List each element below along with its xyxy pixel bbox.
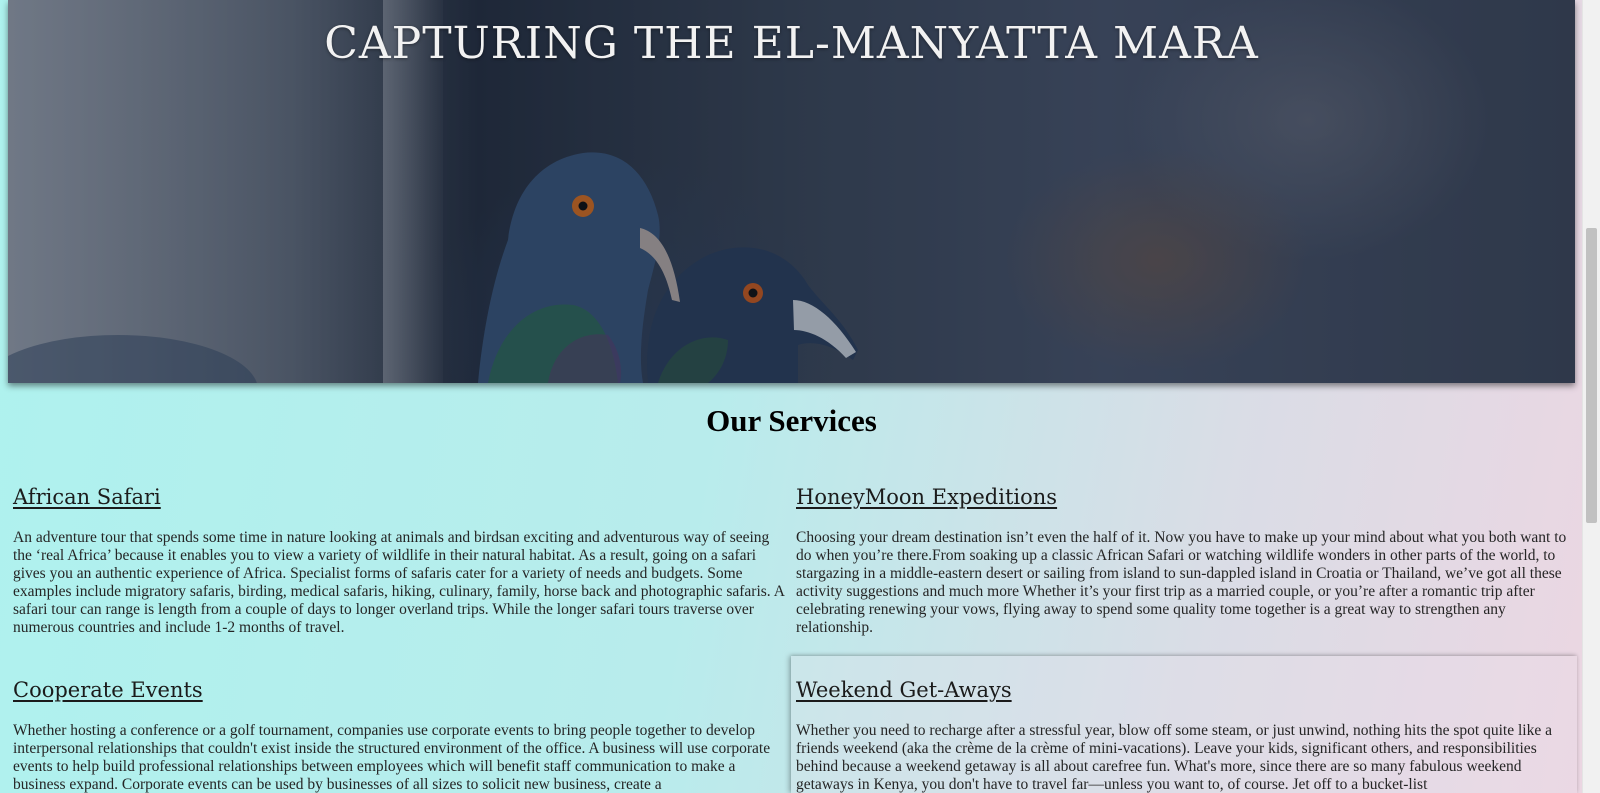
- service-card-honeymoon: HoneyMoon Expeditions Choosing your drea…: [791, 485, 1573, 637]
- service-card-weekend-getaways: Weekend Get-Aways Whether you need to re…: [791, 656, 1577, 793]
- service-card-african-safari: African Safari An adventure tour that sp…: [8, 485, 793, 637]
- page: CAPTURING THE EL-MANYATTA MARA Our Servi…: [0, 0, 1583, 793]
- service-text-weekend-getaways: Whether you need to recharge after a str…: [796, 722, 1552, 793]
- hero-banner: CAPTURING THE EL-MANYATTA MARA: [8, 0, 1575, 383]
- service-text-african-safari: An adventure tour that spends some time …: [13, 529, 785, 636]
- service-title-weekend-getaways: Weekend Get-Aways: [796, 678, 1012, 702]
- vertical-scrollbar[interactable]: [1582, 0, 1600, 793]
- service-card-cooperate-events: Cooperate Events Whether hosting a confe…: [8, 678, 793, 793]
- services-heading: Our Services: [706, 403, 877, 438]
- service-text-cooperate-events: Whether hosting a conference or a golf t…: [13, 722, 771, 793]
- hero-title: CAPTURING THE EL-MANYATTA MARA: [324, 18, 1259, 69]
- service-title-honeymoon: HoneyMoon Expeditions: [796, 485, 1058, 509]
- service-title-cooperate-events: Cooperate Events: [13, 678, 203, 702]
- scrollbar-thumb[interactable]: [1586, 228, 1597, 523]
- service-title-african-safari: African Safari: [13, 485, 161, 509]
- service-text-honeymoon: Choosing your dream destination isn’t ev…: [796, 529, 1567, 636]
